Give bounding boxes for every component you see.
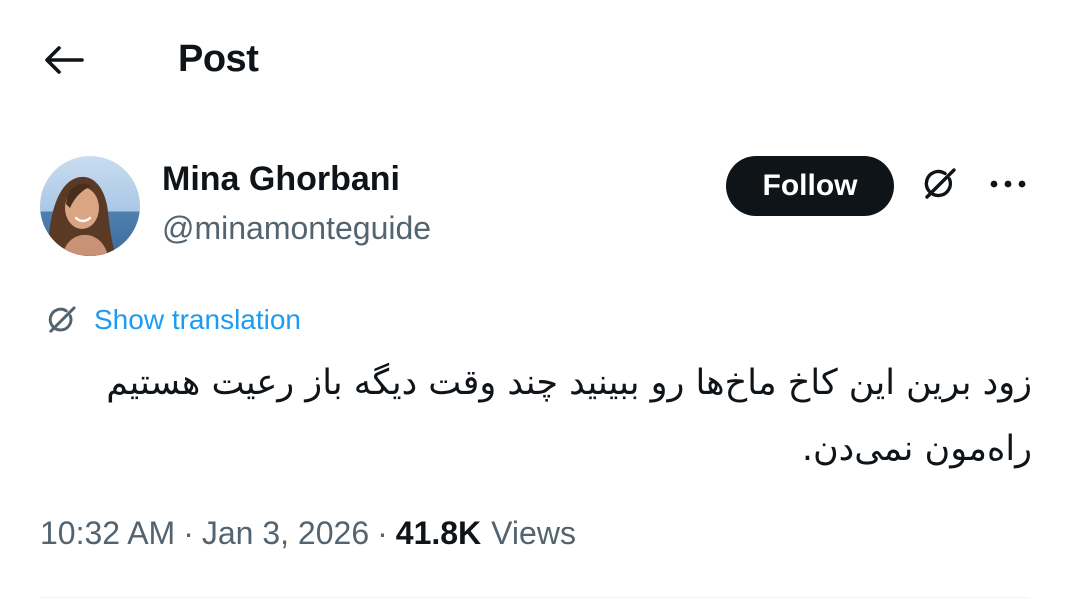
views-label: Views bbox=[491, 514, 576, 551]
grok-icon bbox=[918, 162, 962, 211]
views-count: 41.8K bbox=[395, 514, 482, 551]
post-header: Post bbox=[0, 0, 1070, 120]
author-name[interactable]: Mina Ghorbani bbox=[162, 160, 400, 199]
meta-separator: · bbox=[183, 514, 194, 551]
author-handle[interactable]: @minamonteguide bbox=[162, 210, 431, 247]
grok-icon bbox=[40, 298, 84, 342]
post-date[interactable]: Jan 3, 2026 bbox=[202, 515, 369, 552]
post-time[interactable]: 10:32 AM bbox=[40, 515, 175, 552]
meta-separator: · bbox=[377, 514, 388, 551]
more-options-button[interactable] bbox=[980, 160, 1036, 212]
divider bbox=[40, 597, 1030, 598]
show-translation-button[interactable]: Show translation bbox=[40, 298, 301, 342]
more-options-icon bbox=[988, 177, 1028, 195]
post-text: زود برین این کاخ ماخ‌ها رو ببینید چند وق… bbox=[106, 363, 1032, 469]
grok-button[interactable] bbox=[912, 160, 968, 212]
post-meta: 10:32 AM · Jan 3, 2026 · 41.8K Views bbox=[40, 508, 576, 558]
page-title: Post bbox=[178, 38, 259, 80]
show-translation-label: Show translation bbox=[94, 304, 302, 335]
back-button[interactable] bbox=[40, 40, 88, 84]
arrow-left-icon bbox=[44, 45, 84, 80]
avatar[interactable] bbox=[40, 156, 140, 256]
follow-button[interactable]: Follow bbox=[726, 156, 894, 216]
